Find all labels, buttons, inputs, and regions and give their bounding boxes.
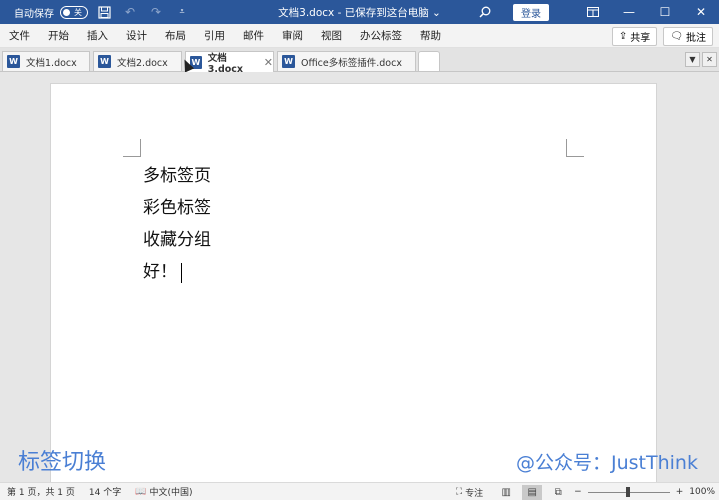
- doc-line-4[interactable]: 好！: [143, 257, 182, 283]
- zoom-slider[interactable]: [587, 486, 670, 497]
- focus-button[interactable]: ⛶ 专注: [449, 486, 490, 499]
- zoom-slider-thumb[interactable]: [625, 486, 630, 497]
- status-bar: 第 1 页，共 1 页 14 个字 📖 中文(中国) ⛶ 专注 ▥ ▤ ⧉ − …: [0, 482, 719, 500]
- proofing-icon: 📖: [135, 486, 147, 497]
- menu-help[interactable]: 帮助: [411, 28, 450, 43]
- language-label: 中文(中国): [149, 488, 193, 498]
- menu-home[interactable]: 开始: [39, 28, 78, 43]
- word-doc-icon: W: [7, 55, 20, 68]
- menu-insert[interactable]: 插入: [78, 28, 117, 43]
- autosave-state: 关: [74, 7, 82, 17]
- tab-label: 文档3.docx: [207, 52, 244, 75]
- menu-mailings[interactable]: 邮件: [234, 28, 273, 43]
- tab-label: 文档1.docx: [26, 57, 77, 69]
- tab-document3[interactable]: W 文档3.docx ✕: [185, 51, 274, 75]
- minimize-icon[interactable]: —: [611, 0, 647, 24]
- tab-office-plugin[interactable]: W Office多标签插件.docx: [277, 51, 416, 71]
- print-layout-icon[interactable]: ▤: [522, 484, 543, 500]
- share-label: 共享: [630, 33, 651, 44]
- zoom-out-button[interactable]: −: [574, 487, 582, 497]
- redo-icon[interactable]: ↷: [146, 2, 166, 22]
- word-count[interactable]: 14 个字: [82, 485, 128, 498]
- tab-label: 文档2.docx: [117, 57, 168, 69]
- close-icon[interactable]: ✕: [683, 0, 719, 24]
- comments-button[interactable]: 🗨 批注: [663, 27, 713, 46]
- page-count[interactable]: 第 1 页，共 1 页: [0, 485, 82, 498]
- read-mode-icon[interactable]: ▥: [496, 485, 516, 500]
- focus-icon: ⛶: [455, 487, 463, 497]
- margin-mark-top-right: [566, 139, 584, 157]
- menu-office-tab[interactable]: 办公标签: [351, 28, 411, 43]
- zoom-level[interactable]: 100%: [689, 487, 715, 497]
- tab-document2[interactable]: W 文档2.docx: [93, 51, 182, 71]
- autosave-label: 自动保存: [14, 8, 54, 20]
- customize-icon[interactable]: ⩡: [172, 2, 192, 22]
- autosave-toggle[interactable]: 关: [60, 5, 88, 19]
- title-bar: 自动保存 关 ↶ ↷ ⩡ 文档3.docx - 已保存到这台电脑 ⌄ 登录 — …: [0, 0, 719, 24]
- tab-close-icon[interactable]: ✕: [264, 56, 273, 69]
- status-bar-right: ⛶ 专注 ▥ ▤ ⧉ − + 100%: [449, 483, 715, 500]
- text-cursor: [181, 262, 182, 283]
- comment-icon: 🗨: [670, 31, 683, 42]
- word-doc-icon: W: [98, 55, 111, 68]
- menu-actions: ⇪ 共享 🗨 批注: [611, 27, 713, 46]
- doc-line-1[interactable]: 多标签页: [143, 161, 211, 186]
- tab-list-icon[interactable]: ▼: [685, 52, 700, 67]
- doc-line-3[interactable]: 收藏分组: [143, 225, 211, 250]
- document-page[interactable]: 多标签页 彩色标签 收藏分组 好！: [50, 83, 657, 500]
- menu-review[interactable]: 审阅: [273, 28, 312, 43]
- quick-access-toolbar: 自动保存 关 ↶ ↷ ⩡: [0, 0, 192, 24]
- language-indicator[interactable]: 📖 中文(中国): [128, 485, 199, 499]
- toggle-knob: [63, 8, 70, 16]
- share-button[interactable]: ⇪ 共享: [611, 27, 658, 46]
- search-icon[interactable]: [475, 2, 495, 22]
- doc-line-4-text: 好！: [143, 262, 177, 282]
- word-doc-icon: W: [282, 55, 295, 68]
- menu-view[interactable]: 视图: [312, 28, 351, 43]
- save-icon[interactable]: [94, 2, 114, 22]
- comments-label: 批注: [686, 33, 706, 44]
- menu-design[interactable]: 设计: [117, 28, 156, 43]
- web-layout-icon[interactable]: ⧉: [548, 485, 568, 500]
- undo-icon[interactable]: ↶: [120, 2, 140, 22]
- ribbon-display-icon[interactable]: [575, 0, 611, 24]
- tab-close-all-icon[interactable]: ✕: [702, 52, 717, 67]
- login-button[interactable]: 登录: [513, 3, 549, 21]
- title-bar-controls: 登录 — ☐ ✕: [475, 0, 719, 24]
- ribbon-menu-bar: 文件 开始 插入 设计 布局 引用 邮件 审阅 视图 办公标签 帮助 ⇪ 共享 …: [0, 24, 719, 48]
- tab-document1[interactable]: W 文档1.docx: [2, 51, 90, 71]
- zoom-in-button[interactable]: +: [676, 487, 684, 497]
- focus-label: 专注: [465, 488, 484, 499]
- title-dropdown-icon[interactable]: ⌄: [432, 7, 441, 19]
- menu-file[interactable]: 文件: [0, 28, 39, 43]
- document-title[interactable]: 文档3.docx - 已保存到这台电脑: [278, 7, 429, 19]
- menu-layout[interactable]: 布局: [156, 28, 195, 43]
- watermark-account: @公众号：JustThink: [516, 452, 698, 474]
- maximize-icon[interactable]: ☐: [647, 0, 683, 24]
- tab-label: Office多标签插件.docx: [301, 57, 402, 69]
- new-tab-button[interactable]: [418, 51, 440, 71]
- document-area[interactable]: 多标签页 彩色标签 收藏分组 好！: [0, 72, 719, 500]
- margin-mark-top-left: [123, 139, 141, 157]
- menu-references[interactable]: 引用: [195, 28, 234, 43]
- doc-line-2[interactable]: 彩色标签: [143, 193, 211, 218]
- share-icon: ⇪: [618, 31, 628, 42]
- watermark-title: 标签切换: [18, 450, 107, 475]
- document-tab-bar: W 文档1.docx W 文档2.docx W 文档3.docx ✕ W Off…: [0, 48, 719, 75]
